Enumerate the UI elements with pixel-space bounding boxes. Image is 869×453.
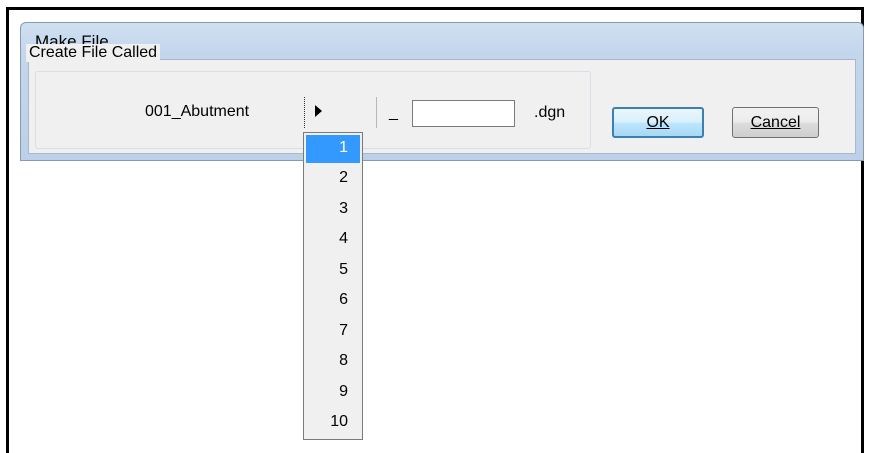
- dropdown-item[interactable]: 1: [306, 135, 360, 163]
- triangle-right-icon: [315, 105, 322, 117]
- dropdown-item[interactable]: 5: [304, 255, 362, 286]
- group-label: Create File Called: [26, 44, 161, 62]
- dropdown-item[interactable]: 2: [304, 163, 362, 194]
- dropdown-item[interactable]: 7: [304, 316, 362, 347]
- dropdown-list: 1 2 3 4 5 6 7 8 9 10: [303, 132, 363, 440]
- dropdown-item[interactable]: 9: [304, 377, 362, 408]
- make-file-dialog: Make File: [20, 22, 864, 161]
- dropdown-item[interactable]: 4: [304, 224, 362, 255]
- number-dropdown[interactable]: [304, 97, 377, 128]
- dropdown-item[interactable]: 6: [304, 285, 362, 316]
- extension-label: .dgn: [534, 104, 566, 121]
- dropdown-item[interactable]: 3: [304, 194, 362, 225]
- file-prefix-label: 001_Abutment: [145, 103, 250, 120]
- dropdown-item[interactable]: 8: [304, 346, 362, 377]
- suffix-input[interactable]: [412, 100, 515, 127]
- separator-label: _: [389, 104, 398, 121]
- dropdown-item[interactable]: 10: [304, 407, 362, 438]
- ok-button[interactable]: OK: [612, 107, 704, 138]
- cancel-button[interactable]: Cancel: [732, 107, 819, 138]
